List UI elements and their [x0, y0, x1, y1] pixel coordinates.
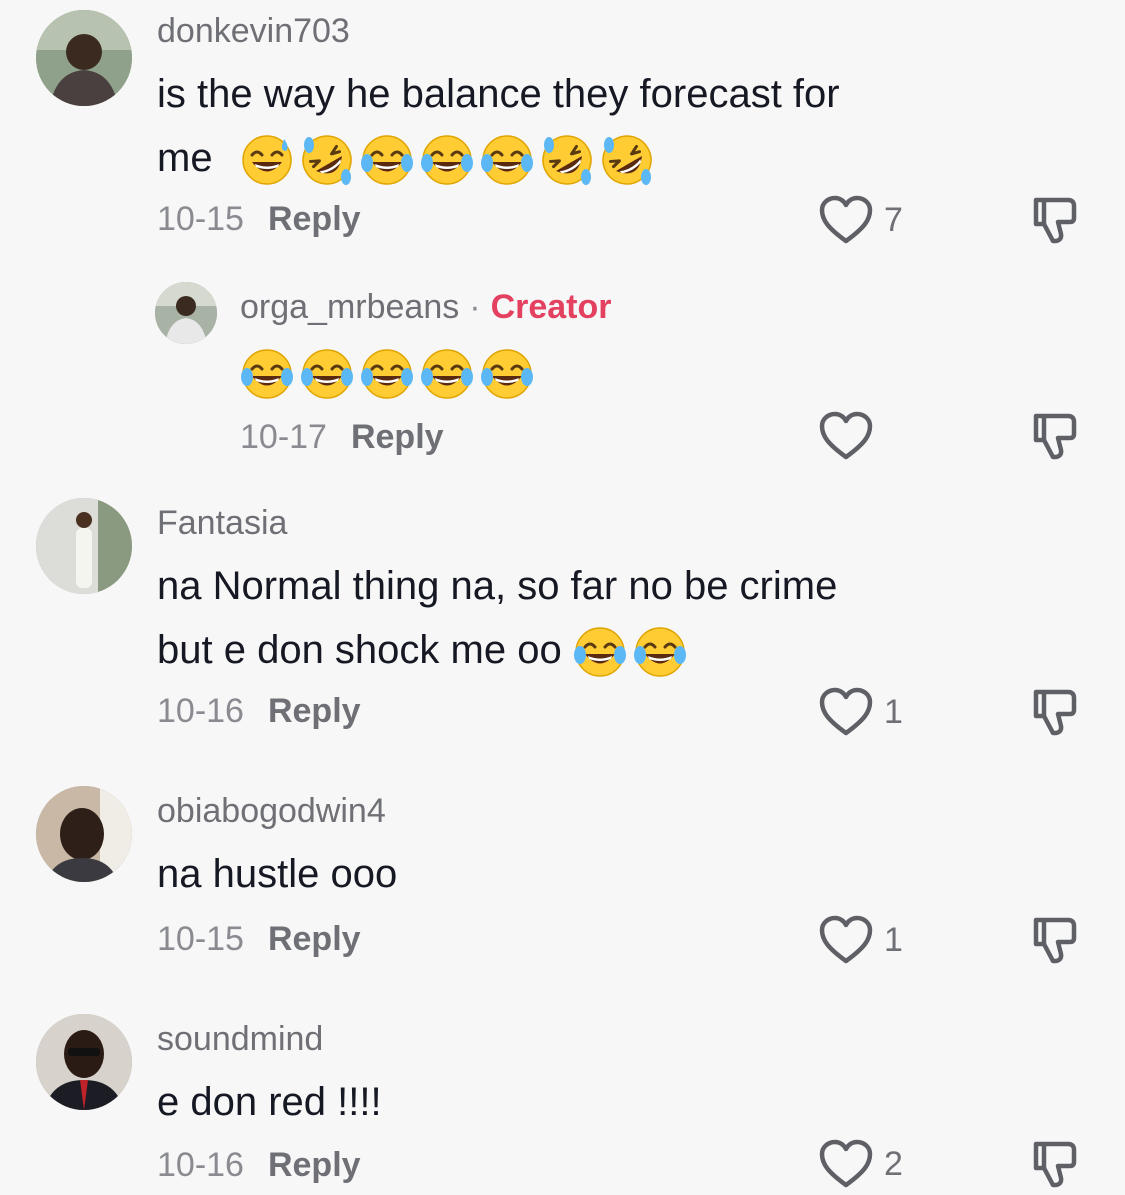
dislike-icon	[1028, 1138, 1080, 1190]
comment-date: 10-17	[240, 418, 327, 456]
like-button[interactable]: 1	[818, 686, 903, 738]
like-count: 7	[884, 200, 903, 239]
comment-text-line2: but e don shock me oo	[157, 618, 687, 682]
rofl-emoji	[600, 133, 654, 187]
like-count: 1	[884, 920, 903, 959]
comment-text-line2: me	[157, 126, 654, 190]
dislike-button[interactable]	[1028, 686, 1080, 743]
comment-username[interactable]: orga_mrbeans	[240, 288, 459, 326]
joy-emoji	[300, 347, 354, 401]
comment-text: is the way he balance they forecast for	[157, 72, 840, 116]
comment-date: 10-16	[157, 692, 244, 730]
joy-emoji	[480, 347, 534, 401]
avatar[interactable]	[36, 498, 132, 594]
rofl-emoji	[300, 133, 354, 187]
dislike-button[interactable]	[1028, 410, 1080, 467]
reply-button[interactable]: Reply	[268, 920, 361, 958]
reply-button[interactable]: Reply	[268, 692, 361, 730]
comment-meta: 10-15 Reply	[157, 920, 361, 959]
dislike-icon	[1028, 194, 1080, 246]
separator-dot: ·	[469, 288, 481, 326]
comment-username[interactable]: donkevin703	[157, 12, 350, 51]
heart-icon	[818, 194, 874, 246]
avatar[interactable]	[36, 1014, 132, 1110]
grinning-sweat-emoji	[240, 133, 294, 187]
comment-meta: 10-16 Reply	[157, 1146, 361, 1185]
heart-icon	[818, 1138, 874, 1190]
comment-date: 10-15	[157, 920, 244, 958]
joy-emoji	[360, 347, 414, 401]
joy-emoji	[420, 133, 474, 187]
like-count: 1	[884, 692, 903, 731]
joy-emoji	[633, 625, 687, 679]
comment-date: 10-15	[157, 200, 244, 238]
dislike-icon	[1028, 686, 1080, 738]
joy-emoji	[240, 347, 294, 401]
joy-emoji	[420, 347, 474, 401]
joy-emoji	[480, 133, 534, 187]
comment-date: 10-16	[157, 1146, 244, 1184]
comment-username[interactable]: soundmind	[157, 1020, 323, 1059]
avatar[interactable]	[36, 10, 132, 106]
like-button[interactable]: 7	[818, 194, 903, 246]
creator-badge: Creator	[490, 288, 612, 326]
comment-text-fragment: me	[157, 136, 213, 180]
comment-meta: 10-15 Reply	[157, 200, 361, 239]
like-button[interactable]: 1	[818, 914, 903, 966]
joy-emoji	[360, 133, 414, 187]
dislike-button[interactable]	[1028, 194, 1080, 251]
emoji-row	[240, 347, 534, 401]
comment-meta: 10-17 Reply	[240, 418, 444, 457]
rofl-emoji	[540, 133, 594, 187]
heart-icon	[818, 410, 874, 462]
reply-button[interactable]: Reply	[268, 1146, 361, 1184]
heart-icon	[818, 914, 874, 966]
like-button[interactable]: 2	[818, 1138, 903, 1190]
comment-text: na hustle ooo	[157, 852, 398, 896]
comment-meta: 10-16 Reply	[157, 692, 361, 731]
dislike-button[interactable]	[1028, 914, 1080, 971]
comment-text: na Normal thing na, so far no be crime	[157, 564, 838, 608]
dislike-button[interactable]	[1028, 1138, 1080, 1195]
heart-icon	[818, 686, 874, 738]
avatar[interactable]	[36, 786, 132, 882]
dislike-icon	[1028, 410, 1080, 462]
reply-username-line: orga_mrbeans · Creator	[240, 288, 612, 327]
joy-emoji	[573, 625, 627, 679]
comment-text: e don red !!!!	[157, 1080, 382, 1124]
like-button[interactable]	[818, 410, 884, 462]
dislike-icon	[1028, 914, 1080, 966]
comment-text-fragment: but e don shock me oo	[157, 628, 562, 672]
emoji-row	[240, 133, 654, 187]
comment-username[interactable]: obiabogodwin4	[157, 792, 386, 831]
comment-text	[240, 340, 534, 404]
emoji-row	[573, 625, 687, 679]
comment-username[interactable]: Fantasia	[157, 504, 287, 543]
avatar[interactable]	[155, 282, 217, 344]
reply-button[interactable]: Reply	[268, 200, 361, 238]
reply-button[interactable]: Reply	[351, 418, 444, 456]
like-count: 2	[884, 1144, 903, 1183]
